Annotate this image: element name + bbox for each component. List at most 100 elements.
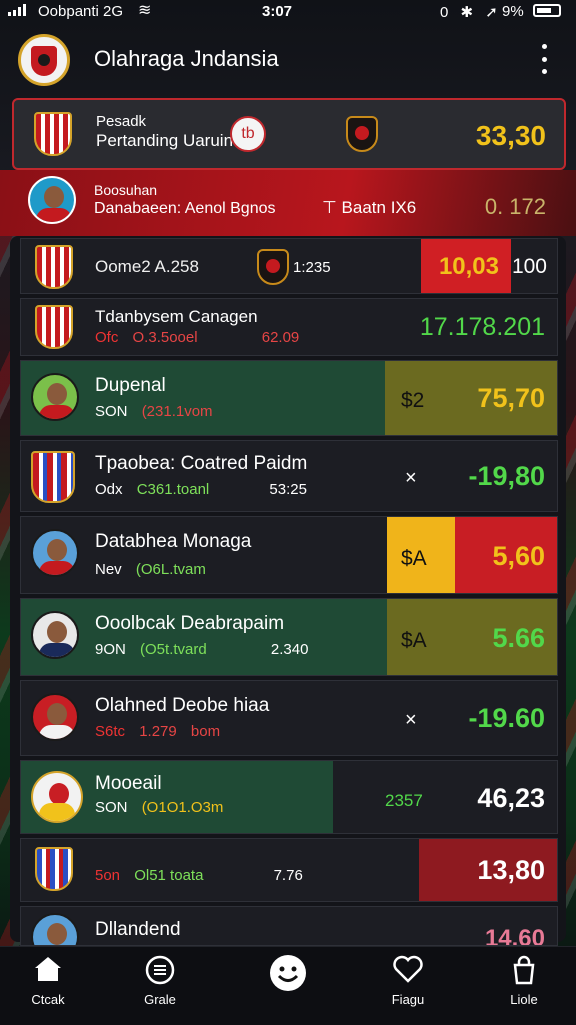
app-logo[interactable] bbox=[18, 34, 70, 86]
sub-line2: Danabaeen: Aenol Bgnos bbox=[94, 200, 276, 217]
home-icon bbox=[35, 957, 61, 981]
featured-match-card[interactable]: Pesadk Pertanding Uaruin tb 33,30 bbox=[12, 98, 566, 170]
row-value: 5,60 bbox=[492, 541, 545, 571]
nav-label: Fiagu bbox=[391, 992, 425, 1007]
sub-middle: ⊤ Baatn IX6 bbox=[322, 198, 416, 218]
row-meta: 1:235 bbox=[293, 259, 331, 276]
nav-item[interactable]: Liole bbox=[496, 955, 552, 1019]
row-meta-a: Ofc bbox=[95, 329, 119, 346]
app-title: Olahraga Jndansia bbox=[94, 46, 279, 71]
bag-icon bbox=[513, 955, 535, 985]
nav-item[interactable]: Fiagu bbox=[380, 955, 436, 1019]
row-meta: Nev (O6L.tvam bbox=[95, 561, 206, 578]
row-meta-c: 7.76 bbox=[273, 867, 303, 884]
opponent-crest-icon bbox=[257, 249, 289, 285]
list-item[interactable]: Tdanbysem Canagen Ofc O.3.5ooel 62.09 17… bbox=[20, 298, 558, 356]
player-avatar bbox=[31, 693, 79, 741]
close-icon[interactable]: × bbox=[405, 467, 417, 490]
row-value: 14.60 bbox=[484, 925, 545, 946]
row-meta-a: 5on bbox=[95, 867, 121, 884]
row-meta-b: (O6L.tvam bbox=[135, 561, 206, 578]
row-meta-b: 1.279 bbox=[139, 723, 177, 740]
list-item[interactable]: Oome2 A.258 1:235 10,03 100 bbox=[20, 238, 558, 294]
smile-icon bbox=[270, 955, 306, 991]
list-item[interactable]: Olahned Deobe hiaa S6tc 1.279 bom × -19.… bbox=[20, 680, 558, 756]
opponent-crest-icon bbox=[346, 116, 378, 152]
row-name: Tpaobea: Coatred Paidm bbox=[95, 453, 308, 474]
nav-item[interactable]: Ctcak bbox=[20, 955, 76, 1019]
sub-banner[interactable]: Boosuhan Danabaeen: Aenol Bgnos ⊤ Baatn … bbox=[0, 170, 576, 236]
list-item[interactable]: Databhea Monaga Nev (O6L.tvam $A 5,60 bbox=[20, 516, 558, 594]
row-meta-a: Nev bbox=[95, 561, 122, 578]
row-value: -19.60 bbox=[468, 703, 545, 733]
heart-icon bbox=[393, 955, 423, 983]
row-box: $2 bbox=[401, 389, 425, 412]
row-meta: Odx C361.toanl 53:25 bbox=[95, 481, 307, 498]
row-name: Databhea Monaga bbox=[95, 531, 252, 552]
player-avatar bbox=[31, 529, 79, 577]
team-crest-icon bbox=[35, 245, 73, 289]
nav-item-center[interactable] bbox=[262, 953, 314, 1005]
row-meta: Ofc O.3.5ooel 62.09 bbox=[95, 329, 299, 346]
battery-icon bbox=[533, 4, 561, 17]
row-name: Olahned Deobe hiaa bbox=[95, 695, 270, 716]
row-value-secondary: 100 bbox=[511, 255, 547, 278]
player-avatar bbox=[31, 913, 79, 945]
row-meta: SON (231.1vom bbox=[95, 403, 213, 420]
battery-percent: 9% bbox=[502, 3, 524, 20]
status-icons: 0 ✱ ➚ bbox=[440, 4, 502, 21]
row-value: 10,03 bbox=[438, 253, 499, 280]
row-name: Mooeail bbox=[95, 773, 162, 794]
row-meta-b: (O5t.tvard bbox=[140, 641, 207, 658]
row-meta: 9ON (O5t.tvard 2.340 bbox=[95, 641, 308, 658]
row-meta-a: SON bbox=[95, 799, 128, 816]
row-value: 75,70 bbox=[477, 383, 545, 413]
close-icon[interactable]: × bbox=[405, 709, 417, 732]
player-avatar bbox=[31, 373, 79, 421]
row-meta-a: S6tc bbox=[95, 723, 126, 740]
row-meta-b: (O1O1.O3m bbox=[141, 799, 224, 816]
sub-value: 0. 172 bbox=[484, 194, 546, 219]
status-bar: Oobpanti 2G ≋ 3:07 0 ✱ ➚ 9% bbox=[0, 0, 576, 24]
list-item[interactable]: Dllandend 14.60 bbox=[20, 906, 558, 946]
featured-value: 33,30 bbox=[475, 120, 546, 151]
row-value: 46,23 bbox=[477, 783, 545, 813]
row-value: 17.178.201 bbox=[419, 313, 545, 341]
featured-line1: Pesadk bbox=[96, 113, 147, 130]
row-box: $A bbox=[401, 629, 427, 652]
sub-line1: Boosuhan bbox=[94, 182, 158, 198]
nav-label: Liole bbox=[510, 992, 538, 1007]
row-meta-b: O.3.5ooel bbox=[132, 329, 198, 346]
featured-line2: Pertanding Uaruin bbox=[96, 131, 234, 150]
carrier-label: Oobpanti 2G bbox=[38, 3, 124, 20]
list-item[interactable]: Tpaobea: Coatred Paidm Odx C361.toanl 53… bbox=[20, 440, 558, 512]
team-crest-icon bbox=[31, 451, 75, 503]
row-name: Dupenal bbox=[95, 375, 166, 396]
clock: 3:07 bbox=[262, 3, 293, 20]
row-name: Tdanbysem Canagen bbox=[95, 307, 258, 326]
more-options-icon[interactable] bbox=[534, 44, 554, 74]
featured-action-button[interactable]: tb bbox=[230, 116, 266, 152]
row-meta-c: 2.340 bbox=[270, 641, 309, 658]
bottom-nav: Ctcak Grale Fiagu Liole bbox=[0, 946, 576, 1025]
list-item[interactable]: 5on Ol51 toata 7.76 13,80 bbox=[20, 838, 558, 902]
row-name: Dllandend bbox=[95, 919, 181, 940]
row-meta-c: 62.09 bbox=[261, 329, 300, 346]
nav-label: Grale bbox=[144, 992, 176, 1007]
player-avatar bbox=[28, 176, 76, 224]
list-item[interactable]: Mooeail SON (O1O1.O3m 2357 46,23 bbox=[20, 760, 558, 834]
row-meta-c: bom bbox=[190, 723, 221, 740]
wifi-icon: ≋ bbox=[138, 2, 152, 19]
team-crest-icon bbox=[35, 305, 73, 349]
nav-item[interactable]: Grale bbox=[132, 955, 188, 1019]
row-value: 5.66 bbox=[492, 623, 545, 653]
row-name: Ooolbcak Deabrapaim bbox=[95, 613, 285, 634]
list-item[interactable]: Dupenal SON (231.1vom $2 75,70 bbox=[20, 360, 558, 436]
list-item[interactable]: Ooolbcak Deabrapaim 9ON (O5t.tvard 2.340… bbox=[20, 598, 558, 676]
row-meta-b: C361.toanl bbox=[136, 481, 210, 498]
team-crest-icon bbox=[34, 112, 72, 156]
club-badge-icon bbox=[31, 771, 83, 823]
signal-icon bbox=[8, 4, 28, 16]
row-box: $A bbox=[401, 547, 427, 570]
player-avatar bbox=[31, 611, 79, 659]
